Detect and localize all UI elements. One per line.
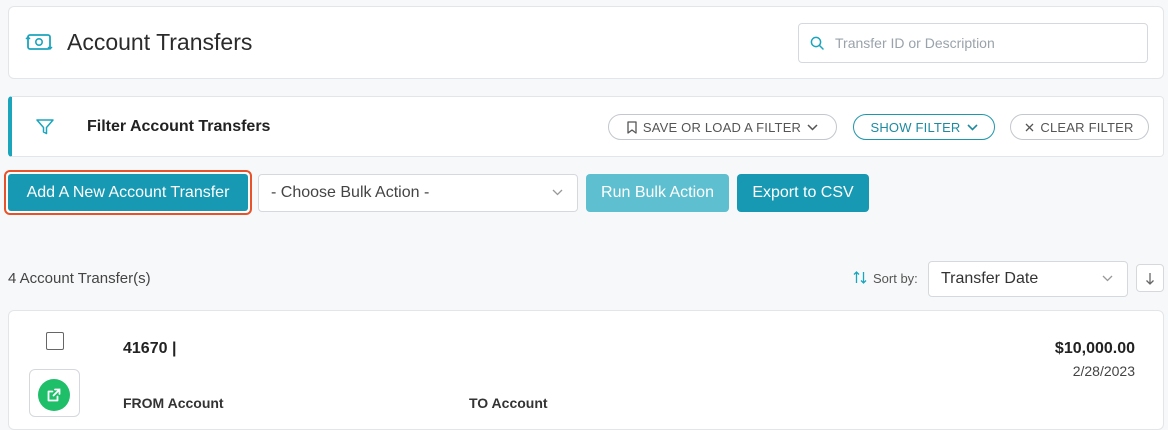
sort-selected: Transfer Date: [941, 270, 1039, 287]
chevron-down-icon: [807, 123, 818, 131]
open-record-button[interactable]: [29, 369, 80, 417]
run-bulk-action-button[interactable]: Run Bulk Action: [586, 174, 729, 212]
clear-filter-label: CLEAR FILTER: [1040, 119, 1134, 135]
chevron-down-icon: [1102, 275, 1113, 282]
save-load-filter-button[interactable]: SAVE OR LOAD A FILTER: [608, 114, 837, 140]
add-account-transfer-label[interactable]: Add A New Account Transfer: [8, 174, 248, 211]
arrow-down-icon: [1146, 272, 1154, 285]
record-id: 41670 |: [123, 340, 177, 357]
to-account-label: TO Account: [469, 395, 548, 411]
page-header: Account Transfers: [8, 6, 1164, 79]
chevron-down-icon: [552, 189, 563, 196]
show-filter-button[interactable]: SHOW FILTER: [853, 114, 995, 140]
sort-icon: [852, 270, 868, 290]
from-account-label: FROM Account: [123, 395, 224, 411]
search-box[interactable]: [798, 23, 1148, 63]
filter-icon: [36, 119, 54, 140]
sort-label: Sort by:: [873, 271, 918, 286]
transfer-record-card: 41670 | $10,000.00 2/28/2023 FROM Accoun…: [8, 310, 1164, 430]
transfer-count: 4 Account Transfer(s): [8, 270, 151, 287]
record-amount: $10,000.00: [1054, 340, 1135, 357]
close-icon: [1025, 123, 1034, 131]
bookmark-icon: [627, 120, 637, 134]
money-transfer-icon: [25, 31, 53, 53]
filter-title: Filter Account Transfers: [87, 118, 271, 135]
sort-direction-button[interactable]: [1136, 264, 1164, 292]
filter-bar: Filter Account Transfers SAVE OR LOAD A …: [8, 96, 1164, 157]
page-title: Account Transfers: [67, 29, 253, 55]
export-csv-button[interactable]: Export to CSV: [737, 174, 869, 212]
sort-by-select[interactable]: Transfer Date: [928, 261, 1128, 297]
bulk-action-selected: - Choose Bulk Action -: [271, 184, 430, 201]
bulk-action-select[interactable]: - Choose Bulk Action -: [258, 174, 578, 212]
record-date: 2/28/2023: [1072, 363, 1135, 379]
show-filter-label: SHOW FILTER: [870, 119, 961, 135]
add-account-transfer-button[interactable]: Add A New Account Transfer: [4, 170, 252, 215]
save-load-filter-label: SAVE OR LOAD A FILTER: [642, 119, 802, 135]
chevron-down-icon: [966, 123, 978, 131]
search-icon: [810, 36, 824, 50]
search-input[interactable]: [833, 24, 1143, 62]
clear-filter-button[interactable]: CLEAR FILTER: [1010, 114, 1149, 140]
record-checkbox[interactable]: [46, 332, 64, 350]
